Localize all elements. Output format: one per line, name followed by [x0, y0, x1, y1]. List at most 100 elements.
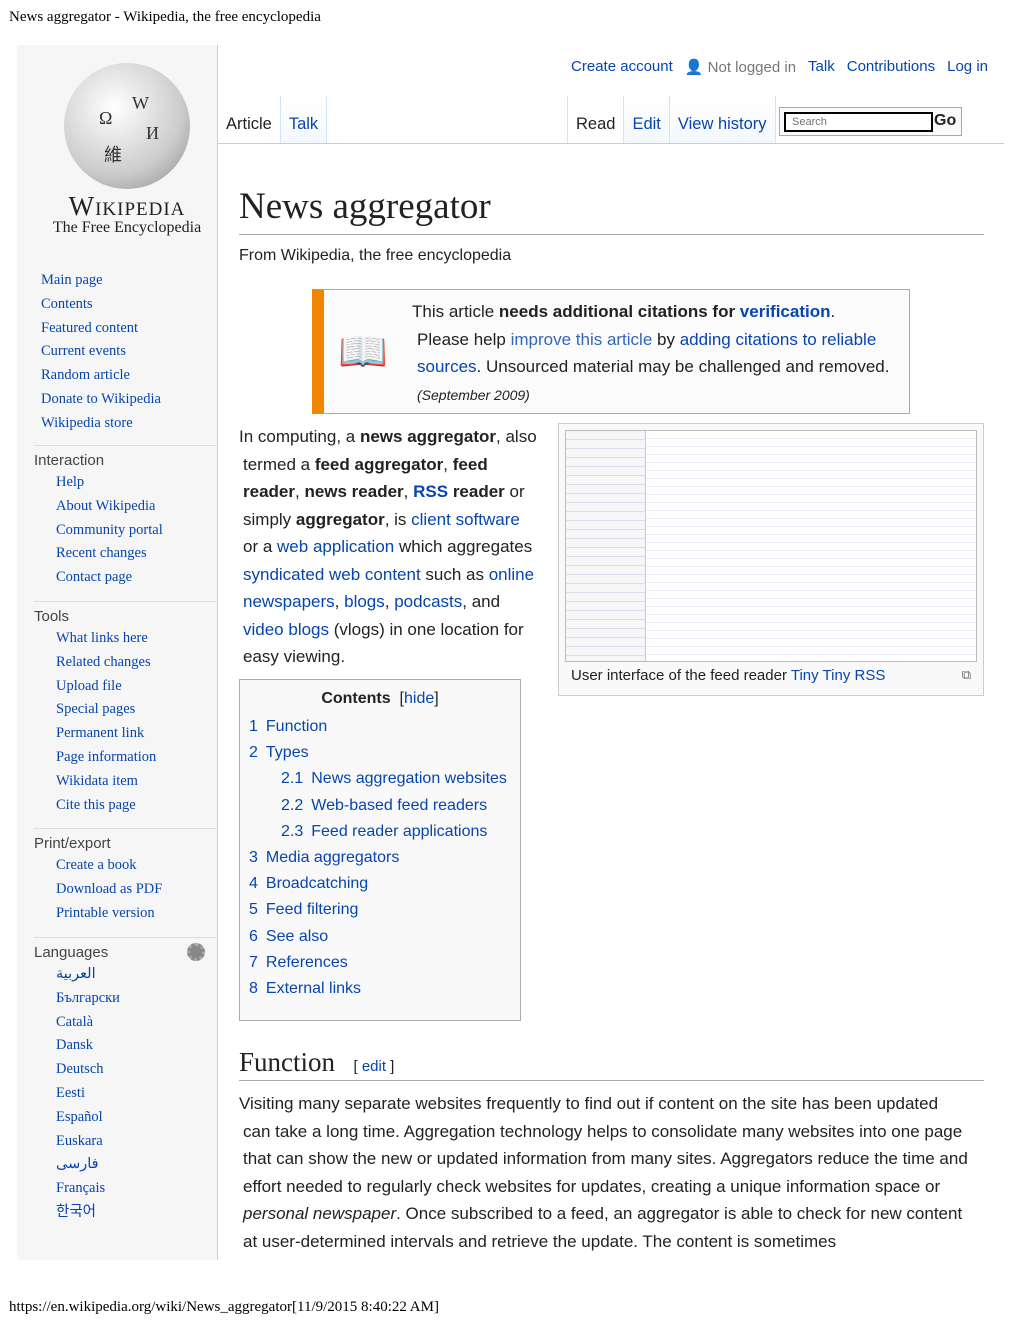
- enlarge-icon[interactable]: ⧉: [962, 667, 971, 683]
- tagline: The Free Encyclopedia: [52, 219, 202, 236]
- ambox-text: by: [652, 329, 680, 349]
- sidebar-link[interactable]: Related changes: [56, 651, 216, 675]
- toc-entry[interactable]: 7 References: [249, 950, 511, 976]
- language-settings-gear-icon[interactable]: [187, 943, 205, 961]
- user-talk-link[interactable]: Talk: [808, 58, 835, 76]
- search-input[interactable]: [784, 112, 933, 132]
- sidebar-link[interactable]: Main page: [41, 269, 161, 293]
- ambox-text: .: [830, 302, 836, 321]
- sidebar-link[interactable]: Contents: [41, 293, 161, 317]
- section-edit-link[interactable]: edit: [362, 1058, 386, 1075]
- sidebar-link[interactable]: What links here: [56, 627, 216, 651]
- tab-talk[interactable]: Talk: [280, 96, 328, 144]
- toc-text: References: [265, 953, 348, 971]
- sidebar-link[interactable]: Help: [56, 471, 216, 495]
- sidebar-link[interactable]: Cite this page: [56, 794, 216, 818]
- user-icon: 👤: [684, 59, 704, 76]
- toc-entry[interactable]: 5 Feed filtering: [249, 897, 511, 923]
- sidebar-link[interactable]: Community portal: [56, 519, 216, 543]
- sidebar-link[interactable]: Current events: [41, 340, 161, 364]
- toc-entry[interactable]: 2.2 Web-based feed readers: [249, 793, 511, 819]
- sidebar-link[interactable]: Wikipedia store: [41, 412, 161, 436]
- toc-text: See also: [265, 927, 329, 945]
- toc-number: 2.1: [281, 770, 304, 788]
- intro-bold: news aggregator: [359, 427, 497, 446]
- toc-hide-toggle[interactable]: hide: [404, 690, 434, 707]
- section-heading: Function: [239, 1047, 336, 1077]
- sidebar-link[interactable]: 한국어: [56, 1201, 216, 1225]
- wikipedia-logo[interactable]: ΩWИ維 Wikipedia The Free Encyclopedia: [37, 63, 217, 243]
- tab-edit[interactable]: Edit: [624, 96, 670, 144]
- browser-page-title: News aggregator - Wikipedia, the free en…: [9, 9, 321, 25]
- sidebar-link[interactable]: Recent changes: [56, 542, 216, 566]
- intro-text: , and: [462, 592, 501, 611]
- sidebar-link[interactable]: Random article: [41, 364, 161, 388]
- sidebar-link[interactable]: Download as PDF: [56, 878, 216, 902]
- sidebar-link[interactable]: Dansk: [56, 1034, 216, 1058]
- sidebar-link[interactable]: Contact page: [56, 566, 216, 590]
- sidebar-link[interactable]: Wikidata item: [56, 770, 216, 794]
- toc-entry[interactable]: 2.1 News aggregation websites: [249, 766, 511, 792]
- tab-article[interactable]: Article: [218, 96, 281, 144]
- article-content: News aggregator From Wikipedia, the free…: [239, 185, 984, 1251]
- intro-link[interactable]: video blogs: [243, 620, 329, 639]
- sidebar-link[interactable]: Special pages: [56, 698, 216, 722]
- sidebar-link[interactable]: Donate to Wikipedia: [41, 388, 161, 412]
- function-paragraph: Visiting many separate websites frequent…: [239, 1090, 969, 1255]
- sidebar-link[interactable]: Français: [56, 1177, 216, 1201]
- intro-link[interactable]: client software: [411, 510, 520, 529]
- sidebar-link[interactable]: Featured content: [41, 317, 161, 341]
- verification-link[interactable]: verification: [740, 302, 831, 321]
- sidebar-link[interactable]: Deutsch: [56, 1058, 216, 1082]
- sidebar-link[interactable]: Printable version: [56, 902, 216, 926]
- ambox-date: (September 2009): [417, 386, 530, 403]
- intro-link[interactable]: web application: [277, 537, 394, 556]
- tiny-tiny-rss-screenshot[interactable]: [565, 430, 977, 662]
- intro-link-bold[interactable]: RSS: [413, 482, 448, 501]
- toc-entry[interactable]: 3 Media aggregators: [249, 845, 511, 871]
- ambox-text: This article: [412, 302, 499, 321]
- personal-tools: Create account 👤 Not logged in Talk Cont…: [571, 58, 988, 76]
- intro-bold: news reader: [304, 482, 404, 501]
- toc-entry[interactable]: 8 External links: [249, 976, 511, 1002]
- sidebar-link[interactable]: فارسی: [56, 1153, 216, 1177]
- toc-text: Types: [265, 744, 309, 762]
- sidebar-link[interactable]: Български: [56, 987, 216, 1011]
- toc-number: 5: [249, 901, 258, 919]
- sidebar-link[interactable]: Català: [56, 1011, 216, 1035]
- intro-link[interactable]: blogs: [344, 592, 385, 611]
- tab-read[interactable]: Read: [568, 96, 625, 144]
- sidebar-link[interactable]: Create a book: [56, 854, 216, 878]
- ambox-text: Please help: [417, 329, 511, 349]
- create-account-link[interactable]: Create account: [571, 58, 673, 76]
- improve-article-link[interactable]: improve this article: [511, 330, 653, 349]
- sidebar-link[interactable]: Euskara: [56, 1130, 216, 1154]
- sidebar-link[interactable]: Page information: [56, 746, 216, 770]
- toc-entry[interactable]: 4 Broadcatching: [249, 871, 511, 897]
- nav-languages: Languages العربية Български Català Dansk Deut…: [34, 937, 216, 1225]
- tiny-tiny-rss-link[interactable]: Tiny Tiny RSS: [791, 667, 885, 684]
- intro-text: or a: [243, 537, 278, 556]
- go-button[interactable]: Go: [934, 112, 956, 130]
- toc-entry[interactable]: 1 Function: [249, 714, 511, 740]
- view-tabs: Read Edit View history: [567, 96, 776, 144]
- toc-entry[interactable]: 6 See also: [249, 924, 511, 950]
- intro-link[interactable]: syndicated web content: [243, 565, 421, 584]
- tab-view-history[interactable]: View history: [669, 96, 776, 144]
- caption-text: User interface of the feed reader: [571, 667, 791, 684]
- toc-entry[interactable]: 2.3 Feed reader applications: [249, 819, 511, 845]
- toc-entry[interactable]: 2 Types: [249, 740, 511, 766]
- intro-link[interactable]: podcasts: [394, 592, 462, 611]
- table-of-contents: Contents [hide] 1 Function 2 Types 2.1 News a…: [239, 679, 521, 1021]
- sidebar-link[interactable]: العربية: [56, 963, 216, 987]
- sidebar-section-heading: Print/export: [34, 828, 216, 854]
- sidebar-link[interactable]: Permanent link: [56, 722, 216, 746]
- puzzle-globe-icon: ΩWИ維: [64, 63, 190, 189]
- log-in-link[interactable]: Log in: [947, 58, 988, 76]
- sidebar-link[interactable]: About Wikipedia: [56, 495, 216, 519]
- contributions-link[interactable]: Contributions: [847, 58, 935, 76]
- sidebar-link[interactable]: Eesti: [56, 1082, 216, 1106]
- toc-text: Broadcatching: [265, 875, 369, 893]
- sidebar-link[interactable]: Español: [56, 1106, 216, 1130]
- sidebar-link[interactable]: Upload file: [56, 675, 216, 699]
